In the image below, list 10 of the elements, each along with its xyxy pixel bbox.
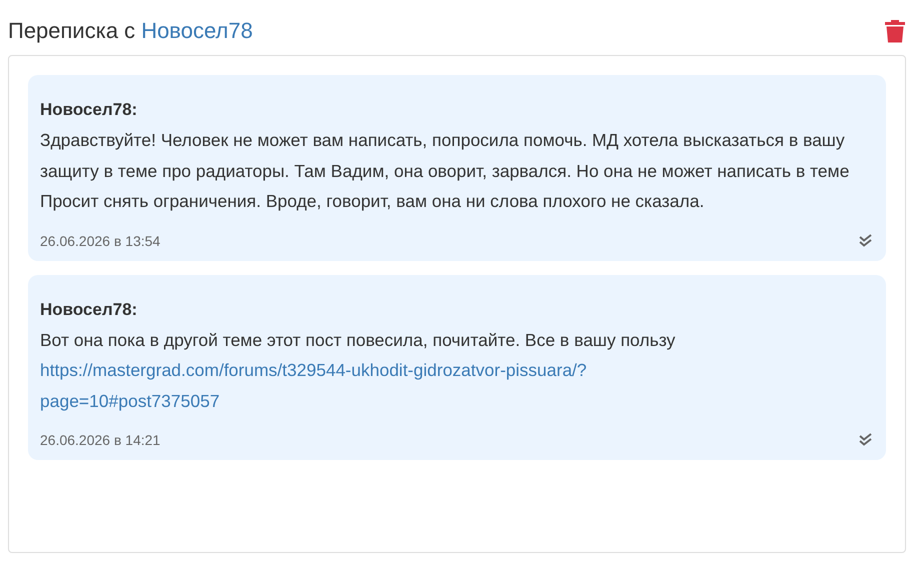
message-link[interactable]: https://mastergrad.com/forums/t329544-ukhodit-gidrozatvor-pissuara/?page=10#post7375057 xyxy=(40,355,700,416)
message-time: 26.06.2026 в 14:21 xyxy=(40,432,160,448)
trash-icon[interactable] xyxy=(884,18,906,44)
page-title: Переписка с xyxy=(8,18,136,44)
message-author: Новосел78: xyxy=(40,99,138,121)
message-author: Новосел78: xyxy=(40,298,138,320)
message-time: 26.06.2026 в 13:54 xyxy=(40,232,160,248)
message-text: Здравствуйте! Человек не может вам написать, попросила помочь. МД хотела высказаться в вашу защиту в теме про радиаторы. Там Вадим, она оворит, зарвался. Но она не может написать в теме Просит снять ограничения. Вроде, говорит, вам она ни слова плохого не сказала. xyxy=(40,129,850,213)
user-link[interactable]: Новосел78 xyxy=(141,18,253,44)
message-text: Вот она пока в другой теме этот пост повесила, почитайте. Все в вашу пользу xyxy=(40,328,676,352)
